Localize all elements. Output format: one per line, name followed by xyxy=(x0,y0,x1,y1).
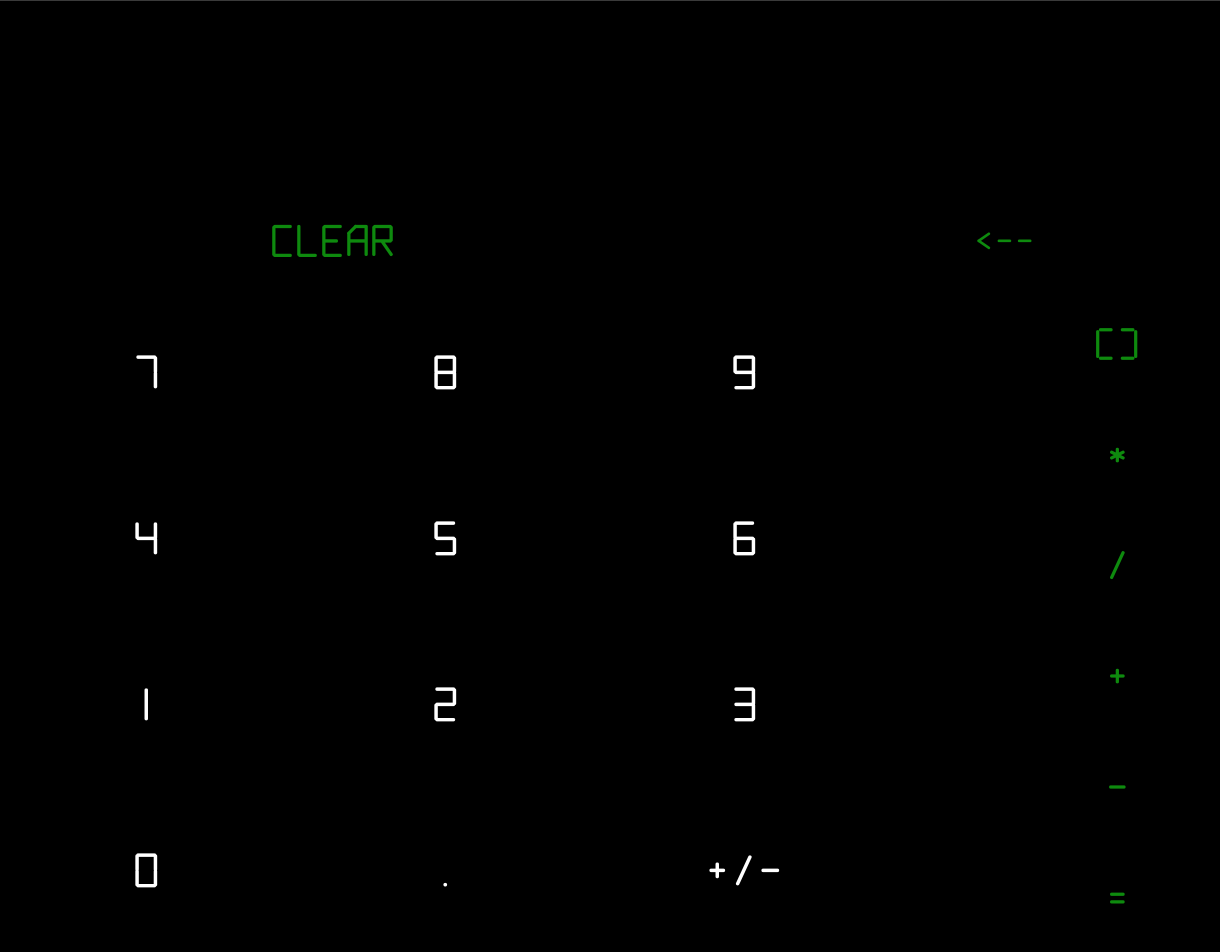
key-parentheses[interactable]: () xyxy=(1087,314,1147,374)
segment-display-glyphs xyxy=(135,853,157,888)
segment-display-glyphs xyxy=(733,521,755,556)
key-equals[interactable]: = xyxy=(1087,868,1147,928)
segment-display-glyphs xyxy=(434,521,456,556)
segment-display-glyphs xyxy=(1109,668,1125,684)
key-decimal-point[interactable]: . xyxy=(385,833,505,908)
key-5[interactable]: 5 xyxy=(385,501,505,576)
backspace-button[interactable]: <-- xyxy=(968,220,1040,262)
key-subtract[interactable]: - xyxy=(1087,757,1147,817)
key-multiply[interactable]: * xyxy=(1087,425,1147,485)
key-divide[interactable]: / xyxy=(1087,535,1147,595)
segment-display-glyphs xyxy=(1096,328,1138,360)
key-4[interactable]: 4 xyxy=(86,501,206,576)
segment-display-glyphs xyxy=(136,355,157,389)
segment-display-glyphs xyxy=(976,232,1032,250)
key-0[interactable]: 0 xyxy=(86,833,206,908)
segment-display-glyphs xyxy=(443,882,447,887)
key-plus-minus[interactable]: +/- xyxy=(684,833,804,908)
segment-display-glyphs xyxy=(434,687,456,722)
segment-display-glyphs xyxy=(734,687,755,722)
key-7[interactable]: 7 xyxy=(86,335,206,410)
segment-display-glyphs xyxy=(1109,551,1125,579)
window-top-border xyxy=(0,0,1220,1)
key-add[interactable]: + xyxy=(1087,646,1147,706)
segment-display-glyphs xyxy=(144,688,148,721)
segment-display-glyphs xyxy=(434,355,456,390)
key-8[interactable]: 8 xyxy=(385,335,505,410)
segment-display-glyphs xyxy=(1109,892,1125,904)
clear-button[interactable]: CLEAR xyxy=(270,215,395,267)
segment-display-glyphs xyxy=(709,855,780,886)
segment-display-glyphs xyxy=(272,224,393,258)
segment-display-glyphs xyxy=(1109,447,1125,463)
key-3[interactable]: 3 xyxy=(684,667,804,742)
segment-display-glyphs xyxy=(733,355,755,390)
segment-display-glyphs xyxy=(135,522,157,555)
segment-display-glyphs xyxy=(1108,785,1126,789)
key-6[interactable]: 6 xyxy=(684,501,804,576)
key-1[interactable]: 1 xyxy=(86,667,206,742)
key-2[interactable]: 2 xyxy=(385,667,505,742)
key-9[interactable]: 9 xyxy=(684,335,804,410)
